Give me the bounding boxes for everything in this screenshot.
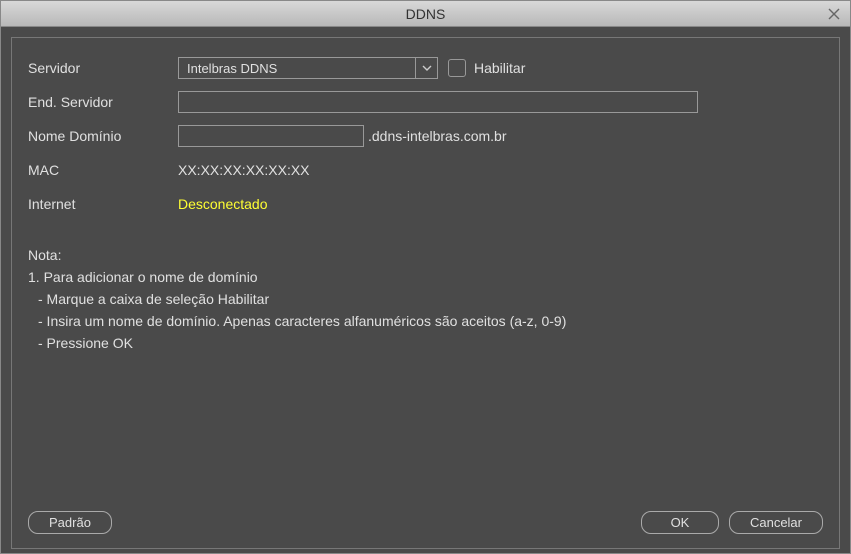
internet-status: Desconectado	[178, 196, 268, 212]
server-label: Servidor	[28, 60, 178, 76]
row-mac: MAC XX:XX:XX:XX:XX:XX	[28, 158, 823, 182]
cancel-button[interactable]: Cancelar	[729, 511, 823, 534]
mac-label: MAC	[28, 162, 178, 178]
row-domain: Nome Domínio .ddns-intelbras.com.br	[28, 124, 823, 148]
content-panel: Servidor Intelbras DDNS Habilitar End. S…	[11, 37, 840, 549]
server-select-arrow[interactable]	[415, 58, 437, 78]
domain-input[interactable]	[178, 125, 364, 147]
endpoint-input[interactable]	[178, 91, 698, 113]
note-line-1: 1. Para adicionar o nome de domínio	[28, 266, 823, 288]
domain-suffix: .ddns-intelbras.com.br	[368, 128, 507, 144]
window-title: DDNS	[406, 6, 446, 22]
internet-label: Internet	[28, 196, 178, 212]
chevron-down-icon	[422, 65, 432, 71]
titlebar: DDNS	[1, 1, 850, 27]
ddns-window: DDNS Servidor Intelbras DDNS Habilitar	[0, 0, 851, 554]
mac-value: XX:XX:XX:XX:XX:XX	[178, 162, 310, 178]
row-server: Servidor Intelbras DDNS Habilitar	[28, 56, 823, 80]
domain-label: Nome Domínio	[28, 128, 178, 144]
button-row: Padrão OK Cancelar	[28, 511, 823, 534]
note-bullet-3: - Pressione OK	[28, 332, 823, 354]
close-button[interactable]	[824, 4, 844, 24]
enable-checkbox[interactable]	[448, 59, 466, 77]
row-internet: Internet Desconectado	[28, 192, 823, 216]
endpoint-label: End. Servidor	[28, 94, 178, 110]
default-button[interactable]: Padrão	[28, 511, 112, 534]
close-icon	[828, 8, 840, 20]
enable-label: Habilitar	[474, 60, 525, 76]
server-select[interactable]: Intelbras DDNS	[178, 57, 438, 79]
note-bullet-1: - Marque a caixa de seleção Habilitar	[28, 288, 823, 310]
ok-button[interactable]: OK	[641, 511, 719, 534]
row-endpoint: End. Servidor	[28, 90, 823, 114]
note-bullet-2: - Insira um nome de domínio. Apenas cara…	[28, 310, 823, 332]
note-block: Nota: 1. Para adicionar o nome de domíni…	[28, 244, 823, 354]
server-select-value: Intelbras DDNS	[179, 58, 415, 78]
note-heading: Nota:	[28, 244, 823, 266]
